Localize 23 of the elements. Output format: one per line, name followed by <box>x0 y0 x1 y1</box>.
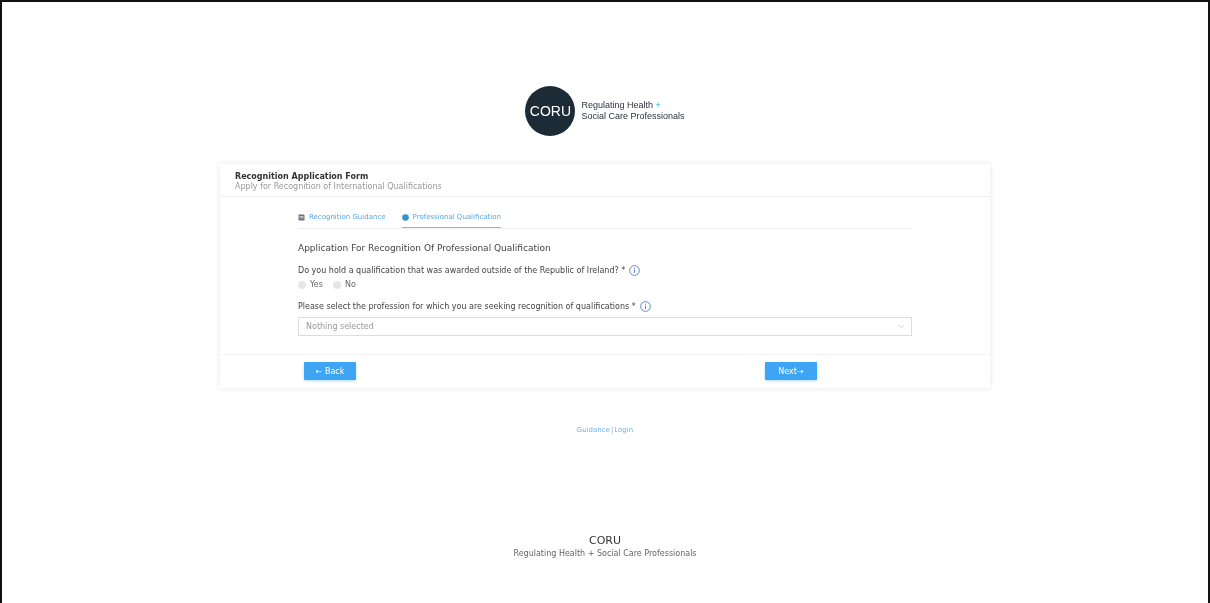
logo-text: Regulating Health <box>581 100 654 110</box>
radio-button[interactable] <box>298 280 306 289</box>
plus-sign: + <box>655 100 661 110</box>
book-icon <box>298 213 305 221</box>
info-icon[interactable] <box>639 301 651 312</box>
profession-select[interactable]: Nothing selected <box>298 317 912 336</box>
footer-subtitle: Regulating Health + Social Care Professionals <box>513 549 697 558</box>
section-heading: Application For Recognition Of Professional Qualification <box>298 243 552 253</box>
logo-text: Social Care Professionals <box>581 111 685 122</box>
radio-label: Yes <box>310 280 323 289</box>
info-icon[interactable] <box>629 265 641 276</box>
radio-label: No <box>344 280 356 289</box>
footer-title: CORU <box>588 534 621 547</box>
chevron-icon <box>899 325 904 328</box>
form-subtitle: Apply for Recognition of International Qualifications <box>235 182 443 191</box>
radio-button[interactable] <box>332 280 341 289</box>
question-label: Do you hold a qualification that was awarded outside of the Republic of Ireland? * <box>298 266 626 275</box>
question-label: Please select the profession for which you are seeking recognition of qualifications * <box>298 302 636 311</box>
next-button[interactable]: Next→ <box>765 362 817 380</box>
logo-mark: CORU <box>525 86 576 136</box>
dot-icon <box>401 213 409 221</box>
back-button[interactable]: ← Back <box>304 362 356 380</box>
form-title: Recognition Application Form <box>235 172 370 181</box>
